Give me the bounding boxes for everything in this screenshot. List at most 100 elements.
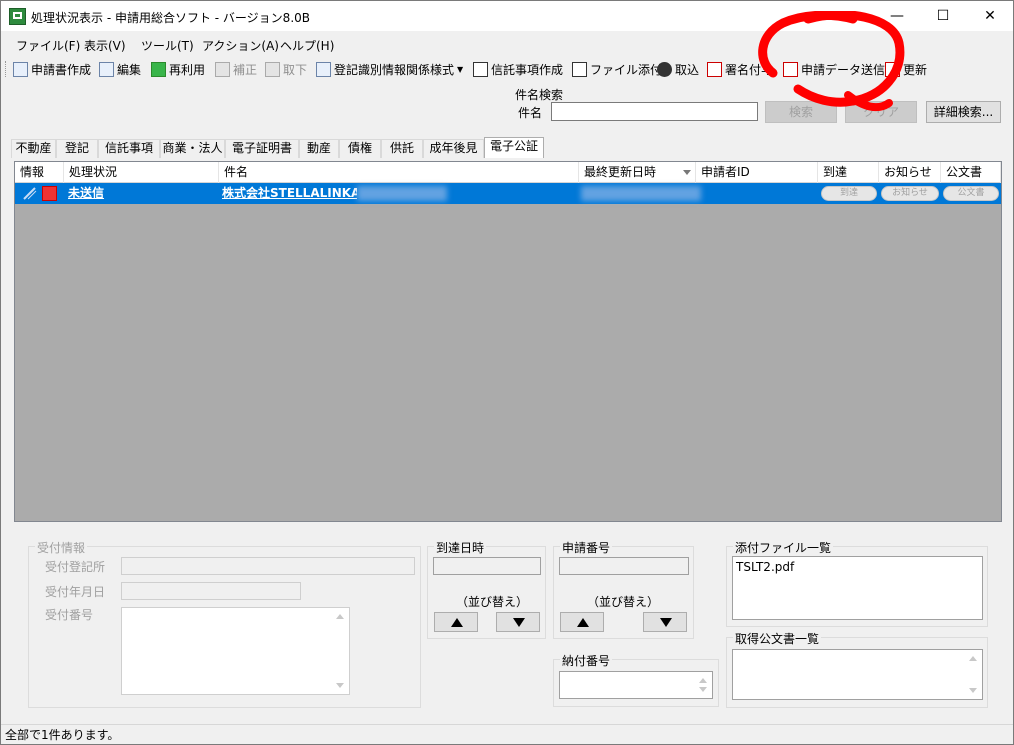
column-notice[interactable]: お知らせ <box>879 162 941 183</box>
correct-icon <box>215 61 230 77</box>
arrow-down-icon <box>660 618 672 627</box>
app-icon <box>9 8 26 25</box>
arrival-button[interactable]: 到達 <box>821 186 877 201</box>
paperclip-icon <box>572 61 587 77</box>
dropdown-arrow-icon: ▼ <box>457 64 464 74</box>
registry-form-icon <box>316 61 331 77</box>
receipt-info-legend: 受付情報 <box>35 539 88 556</box>
receipt-number-scrollbar[interactable] <box>332 608 349 694</box>
acquired-docs-legend: 取得公文書一覧 <box>733 630 822 647</box>
subject-search-legend: 件名検索 <box>515 88 564 102</box>
receipt-number-box[interactable] <box>121 607 350 695</box>
column-official-doc[interactable]: 公文書 <box>941 162 1001 183</box>
column-subject[interactable]: 件名 <box>219 162 579 183</box>
application-sort-label: （並び替え） <box>587 595 660 609</box>
tab-electronic-notarization[interactable]: 電子公証 <box>484 137 544 158</box>
tab-registration[interactable]: 登記 <box>56 139 98 158</box>
application-sort-asc-button[interactable] <box>560 612 604 632</box>
receipt-date-label: 受付年月日 <box>45 585 106 599</box>
notice-button[interactable]: お知らせ <box>881 186 939 201</box>
acquired-docs-group: 取得公文書一覧 <box>726 630 988 708</box>
tab-commercial-corporate[interactable]: 商業・法人 <box>160 139 225 158</box>
attachments-list[interactable]: TSLT2.pdf <box>732 556 983 620</box>
tab-real-estate[interactable]: 不動産 <box>11 139 56 158</box>
arrival-time-group: 到達日時 （並び替え） <box>427 539 546 639</box>
menu-action[interactable]: アクション(A) <box>202 37 279 54</box>
menu-tools[interactable]: ツール(T) <box>141 37 194 54</box>
column-arrival[interactable]: 到達 <box>818 162 879 183</box>
scroll-up-icon <box>699 678 707 683</box>
acquired-docs-scrollbar[interactable] <box>965 650 982 699</box>
arrival-time-legend: 到達日時 <box>434 539 487 556</box>
arrow-up-icon <box>451 618 463 627</box>
payment-number-scrollbar[interactable] <box>695 672 712 698</box>
tab-deposit[interactable]: 供託 <box>381 139 423 158</box>
tab-trust-matters[interactable]: 信託事項 <box>98 139 160 158</box>
correct-button[interactable]: 補正 <box>215 59 257 79</box>
tab-digital-certificate[interactable]: 電子証明書 <box>225 139 299 158</box>
arrival-sort-desc-button[interactable] <box>496 612 540 632</box>
grid-header: 情報 処理状況 件名 最終更新日時 申請者ID 到達 お知らせ 公文書 <box>15 162 1001 183</box>
column-updated[interactable]: 最終更新日時 <box>579 162 696 183</box>
tab-movables[interactable]: 動産 <box>299 139 339 158</box>
window-title: 処理状況表示 - 申請用総合ソフト - バージョン8.0B <box>31 11 310 25</box>
application-number-field[interactable] <box>559 557 689 575</box>
arrow-up-icon <box>577 618 589 627</box>
close-button[interactable]: ✕ <box>967 1 1013 31</box>
edit-document-icon <box>99 61 114 77</box>
redacted-subject-blur <box>357 186 447 201</box>
reuse-button[interactable]: 再利用 <box>151 59 205 79</box>
red-circle-annotation <box>758 11 905 112</box>
detail-search-button[interactable]: 詳細検索... <box>926 101 1001 123</box>
create-application-button[interactable]: 申請書作成 <box>13 59 91 79</box>
application-number-group: 申請番号 （並び替え） <box>553 539 694 639</box>
column-applicant-id[interactable]: 申請者ID <box>696 162 818 183</box>
menu-help[interactable]: ヘルプ(H) <box>280 37 334 54</box>
acquired-docs-list[interactable] <box>732 649 983 700</box>
column-info[interactable]: 情報 <box>15 162 64 183</box>
receipt-number-label: 受付番号 <box>45 608 94 622</box>
application-number-legend: 申請番号 <box>560 539 613 556</box>
signature-icon <box>707 61 722 77</box>
edit-button[interactable]: 編集 <box>99 59 141 79</box>
withdraw-icon <box>265 61 280 77</box>
payment-number-group: 納付番号 <box>553 652 719 707</box>
import-button[interactable]: 取込 <box>657 59 699 79</box>
menu-file[interactable]: ファイル(F) <box>16 37 80 54</box>
subject-search-label: 件名 <box>518 106 543 120</box>
trust-create-button[interactable]: 信託事項作成 <box>473 59 563 79</box>
maximize-button[interactable]: ☐ <box>920 1 966 31</box>
arrival-sort-label: （並び替え） <box>456 595 529 609</box>
attachments-group: 添付ファイル一覧 TSLT2.pdf <box>726 539 988 627</box>
tab-claims[interactable]: 債権 <box>339 139 381 158</box>
receipt-office-field[interactable] <box>121 557 415 575</box>
subject-search-input[interactable] <box>551 102 758 121</box>
payment-number-box[interactable] <box>559 671 713 699</box>
arrival-sort-asc-button[interactable] <box>434 612 478 632</box>
attach-file-button[interactable]: ファイル添付 <box>572 59 662 79</box>
row-status[interactable]: 未送信 <box>68 183 218 204</box>
toolbar-grip[interactable] <box>5 61 8 77</box>
scroll-down-icon <box>699 687 707 692</box>
document-status-icon[interactable] <box>42 186 57 201</box>
official-doc-button[interactable]: 公文書 <box>943 186 999 201</box>
row-subject[interactable]: 株式会社STELLALINKA <box>222 183 357 204</box>
receipt-date-field[interactable] <box>121 582 301 600</box>
reuse-icon <box>151 61 166 77</box>
edit-pencil-icon[interactable] <box>22 187 37 200</box>
column-status[interactable]: 処理状況 <box>64 162 219 183</box>
registry-form-button[interactable]: 登記識別情報関係様式 ▼ <box>316 59 463 79</box>
tab-adult-guardianship[interactable]: 成年後見 <box>423 139 484 158</box>
sort-desc-icon <box>683 170 691 175</box>
attachments-legend: 添付ファイル一覧 <box>733 539 834 556</box>
attachment-file-item[interactable]: TSLT2.pdf <box>736 560 794 574</box>
receipt-office-label: 受付登記所 <box>45 560 106 574</box>
arrival-time-field[interactable] <box>433 557 541 575</box>
scroll-down-icon <box>969 688 977 693</box>
application-sort-desc-button[interactable] <box>643 612 687 632</box>
scroll-down-icon <box>336 683 344 688</box>
trust-document-icon <box>473 61 488 77</box>
table-row[interactable]: 未送信 株式会社STELLALINKA 到達 お知らせ 公文書 <box>15 183 1001 204</box>
menu-view[interactable]: 表示(V) <box>84 37 126 54</box>
withdraw-button[interactable]: 取下 <box>265 59 307 79</box>
